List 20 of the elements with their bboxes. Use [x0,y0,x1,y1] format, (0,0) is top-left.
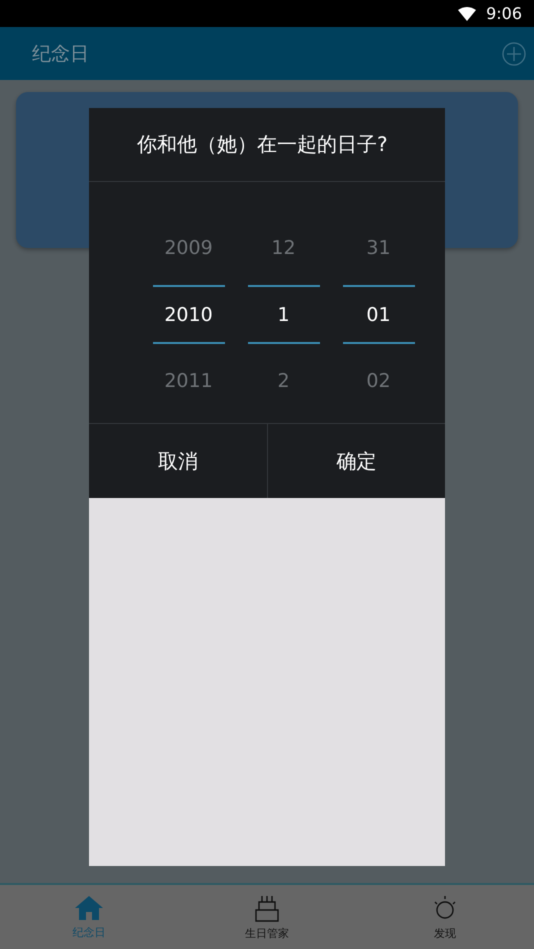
dialog-title: 你和他（她）在一起的日子? [137,131,388,158]
picker-option[interactable]: 02 [366,348,391,414]
picker-option[interactable]: 12 [271,215,296,281]
home-icon [74,894,104,920]
add-icon[interactable] [502,42,526,66]
picker-option[interactable]: 2 [277,348,290,414]
picker-value[interactable]: 1 [248,285,320,344]
picker-value[interactable]: 01 [342,285,414,344]
app-title: 纪念日 [32,42,89,66]
status-time: 9:06 [486,4,522,23]
cancel-button[interactable]: 取消 [89,424,267,498]
picker-option[interactable]: 2009 [164,215,213,281]
cake-icon [254,894,280,922]
picker-value[interactable]: 2010 [152,285,224,344]
confirm-button[interactable]: 确定 [267,424,445,498]
nav-tab[interactable]: 生日管家 [178,885,356,949]
nav-tab[interactable]: 发现 [356,885,534,949]
picker-option[interactable]: 31 [366,215,391,281]
picker-option[interactable]: 2011 [164,348,213,414]
wifi-icon [458,6,476,20]
